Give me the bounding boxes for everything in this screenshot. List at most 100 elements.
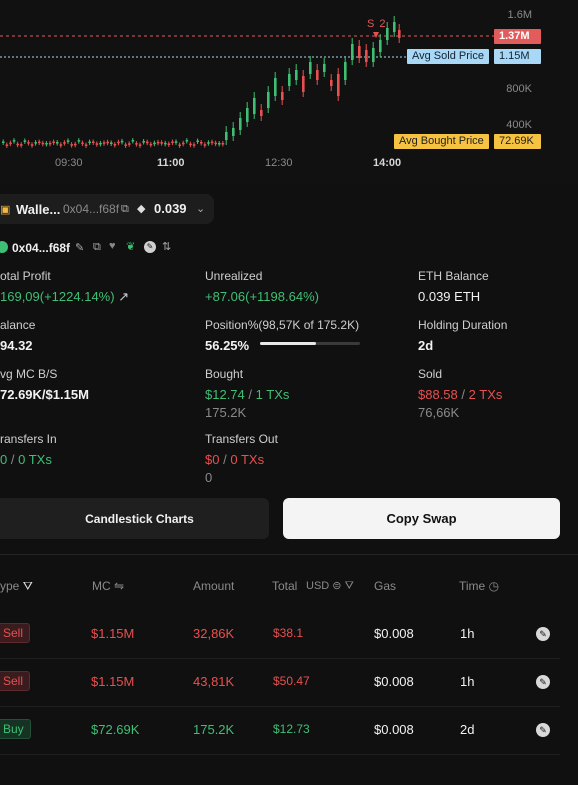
- clock-icon[interactable]: ◷: [489, 579, 499, 593]
- candle-body: [2, 141, 5, 143]
- candle-body: [149, 143, 153, 146]
- candle-body: [5, 144, 9, 146]
- filter-icon[interactable]: ⛛: [23, 579, 33, 593]
- candle-body: [182, 142, 185, 145]
- transfers-out-amount: $0: [205, 452, 220, 467]
- explorer-icon[interactable]: ✎: [536, 675, 550, 689]
- col-header-total: Total: [272, 579, 297, 593]
- type-badge: Buy: [0, 719, 31, 739]
- candle-body: [207, 142, 210, 144]
- edit-icon[interactable]: ✎: [75, 241, 84, 254]
- explorer-icon[interactable]: ✎: [536, 627, 550, 641]
- holding-duration-label: Holding Duration: [418, 318, 508, 332]
- x-tick-label: 14:00: [373, 157, 402, 169]
- candle-body: [38, 141, 41, 144]
- candle-body: [178, 144, 181, 146]
- candle-body: [27, 142, 30, 144]
- candle-body: [330, 80, 333, 86]
- avg-mc: vg MC B/S 72.69K/$1.15M: [0, 367, 89, 402]
- copy-icon[interactable]: ⧉: [93, 241, 101, 254]
- candle-body: [372, 48, 375, 62]
- bought: Bought $12.74 / 1 TXs 175.2K: [205, 367, 289, 420]
- sell-arrow-icon: [373, 32, 379, 38]
- col-header-mc-label: MC: [92, 579, 111, 593]
- col-header-total-label: Total: [272, 579, 298, 593]
- total-profit-label: otal Profit: [0, 269, 51, 283]
- candle-body: [59, 144, 63, 146]
- x-tick-label: 09:30: [55, 157, 83, 169]
- candle-body: [56, 142, 59, 144]
- candle-body: [260, 110, 263, 116]
- candle-body: [174, 141, 178, 143]
- candle-body: [41, 142, 45, 145]
- col-header-gas: Gas: [374, 579, 397, 593]
- current-price-box: 1.37M: [494, 29, 541, 44]
- filter-icon[interactable]: ⛛: [345, 580, 354, 592]
- candle-body: [70, 144, 73, 146]
- chevron-down-icon[interactable]: ⌄: [196, 202, 205, 215]
- transfers-out: Transfers Out $0 / 0 TXs 0: [205, 432, 278, 485]
- avg-bought-price-label: Avg Bought Price: [394, 134, 489, 149]
- col-header-time-label: Time: [459, 579, 486, 593]
- candle-body: [203, 144, 207, 146]
- wallet-balance: 0.039: [154, 201, 187, 216]
- price-chart[interactable]: 1.6M 800K 400K 09:30 11:00 12:30 14:00 S…: [0, 0, 578, 185]
- gas-cell: $0.008: [374, 674, 414, 689]
- heart-icon[interactable]: ♥: [109, 240, 116, 252]
- swap-arrows-icon[interactable]: ⇋: [114, 579, 124, 593]
- swap-icon[interactable]: ⇅: [162, 240, 171, 253]
- unrealized: Unrealized +87.06(+1198.64%): [205, 269, 319, 304]
- candle-body: [142, 141, 145, 143]
- table-row[interactable]: Sell $1.15M 43,81K $50.47 $0.008 1h ✎: [0, 658, 560, 707]
- total-profit: otal Profit 169,09(+1224.14%) ↗: [0, 269, 129, 305]
- candle-body: [302, 76, 305, 92]
- candle-body: [128, 143, 131, 145]
- candle-body: [34, 142, 37, 144]
- external-link-icon[interactable]: ↗: [118, 289, 129, 304]
- candle-body: [113, 143, 117, 146]
- transfers-in-label: ransfers In: [0, 432, 57, 446]
- wallet-icon: ▣: [0, 204, 11, 216]
- candle-body: [189, 143, 192, 146]
- candle-body: [253, 98, 256, 114]
- bought-value: $12.74 / 1 TXs: [205, 387, 289, 402]
- explorer-icon[interactable]: ✎: [144, 241, 156, 253]
- transfers-out-label: Transfers Out: [205, 432, 278, 446]
- table-row[interactable]: Sell $1.15M 32,86K $38.1 $0.008 1h ✎: [0, 610, 560, 659]
- x-tick-label: 11:00: [157, 157, 185, 169]
- leaf-icon[interactable]: ❦: [126, 240, 135, 253]
- eth-balance-value: 0.039 ETH: [418, 289, 481, 304]
- col-header-mc[interactable]: MC ⇋: [92, 579, 124, 593]
- transfers-out-tokens: 0: [205, 470, 213, 485]
- explorer-icon[interactable]: ✎: [536, 723, 550, 737]
- time-cell: 1h: [460, 626, 475, 641]
- currency-swap-icon[interactable]: ⊜: [332, 580, 341, 592]
- candle-body: [316, 70, 319, 80]
- currency-toggle[interactable]: USD ⊜ ⛛: [306, 579, 354, 593]
- col-header-type[interactable]: ype ⛛: [0, 579, 33, 594]
- wallet-selector[interactable]: ▣ Walle... 0x04...f68f ⧉ ◆ 0.039 ⌄: [0, 194, 214, 224]
- total-cell: $12.73: [273, 722, 310, 736]
- candle-body: [167, 143, 171, 145]
- col-header-amount: Amount: [193, 579, 235, 593]
- table-row[interactable]: Buy $72.69K 175.2K $12.73 $0.008 2d ✎: [0, 706, 560, 755]
- candlestick-charts-button[interactable]: Candlestick Charts: [0, 498, 269, 539]
- type-badge: Sell: [0, 671, 31, 691]
- separator: /: [223, 452, 227, 467]
- sold-value: $88.58 / 2 TXs: [418, 387, 502, 402]
- transfers-in: ransfers In 0 / 0 TXs: [0, 432, 57, 470]
- avg-sold-price-value: 1.15M: [494, 49, 541, 64]
- copy-icon[interactable]: ⧉: [121, 203, 129, 216]
- candle-body: [196, 140, 199, 143]
- candle-body: [9, 142, 12, 145]
- time-cell: 1h: [460, 674, 475, 689]
- wallet-name: Walle...: [16, 202, 61, 217]
- candle-body: [200, 141, 203, 144]
- copy-swap-button[interactable]: Copy Swap: [283, 498, 560, 539]
- y-tick-label: 400K: [506, 119, 532, 131]
- bought-tokens: 175.2K: [205, 405, 247, 420]
- mc-cell: $72.69K: [91, 722, 140, 737]
- avg-mc-label: vg MC B/S: [0, 367, 58, 381]
- position-value: 56.25%: [205, 338, 250, 353]
- col-header-time[interactable]: Time ◷: [459, 579, 499, 593]
